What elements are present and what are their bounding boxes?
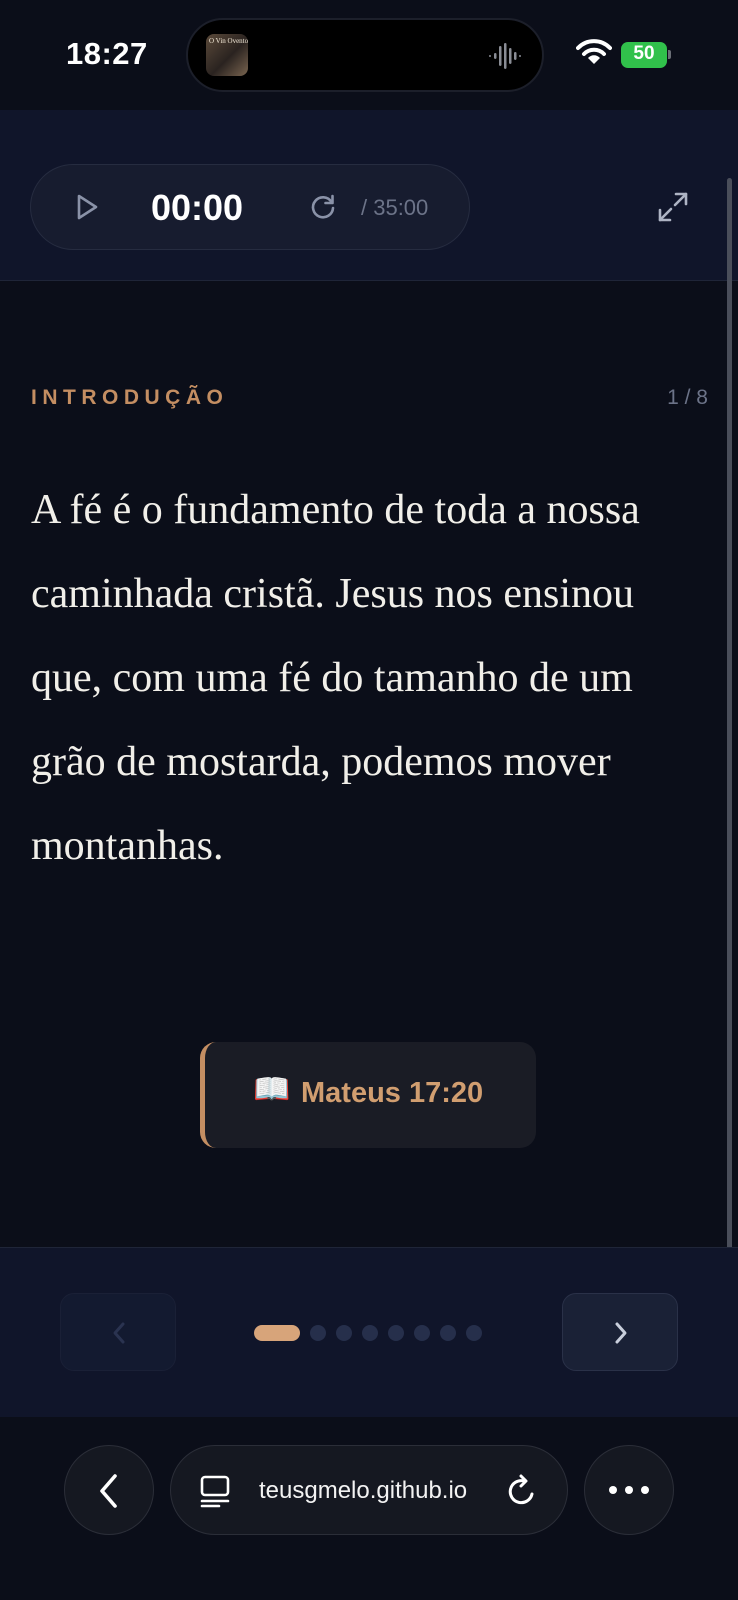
battery-level: 50 xyxy=(633,43,655,64)
battery-cap xyxy=(668,50,671,59)
url-text: teusgmelo.github.io xyxy=(259,1477,468,1504)
pagination-dot[interactable] xyxy=(414,1325,430,1341)
battery-indicator: 50 xyxy=(621,42,667,68)
play-icon[interactable] xyxy=(75,193,99,221)
next-button[interactable] xyxy=(562,1293,678,1371)
now-playing-artwork[interactable]: O Vin Ovento xyxy=(206,34,248,76)
section-title: INTRODUÇÃO xyxy=(31,386,229,409)
wifi-icon xyxy=(576,39,612,64)
pagination-dot[interactable] xyxy=(466,1325,482,1341)
total-duration: / 35:00 xyxy=(361,195,429,220)
audio-player-controls: 00:00 / 35:00 xyxy=(30,164,470,250)
reload-icon[interactable] xyxy=(505,1473,539,1509)
more-options-button[interactable] xyxy=(584,1445,674,1535)
pagination-dot[interactable] xyxy=(310,1325,326,1341)
elapsed-time: 00:00 xyxy=(151,187,244,228)
dynamic-island[interactable]: O Vin Ovento xyxy=(186,18,544,92)
pagination-dot-active[interactable] xyxy=(254,1325,300,1341)
status-bar: 18:27 O Vin Ovento 50 xyxy=(0,0,738,110)
browser-toolbar: teusgmelo.github.io xyxy=(0,1417,738,1600)
back-icon xyxy=(100,1474,117,1508)
open-book-icon: 📖 xyxy=(253,1073,291,1106)
audio-player-header: 00:00 / 35:00 xyxy=(0,110,738,281)
replay-icon[interactable] xyxy=(309,193,337,221)
artwork-title: O Vin Ovento xyxy=(209,37,248,45)
browser-back-button[interactable] xyxy=(64,1445,154,1535)
pagination-dot[interactable] xyxy=(362,1325,378,1341)
bible-reference: Mateus 17:20 xyxy=(301,1077,484,1109)
devotional-text: A fé é o fundamento de toda a nossa cami… xyxy=(31,487,640,869)
status-time: 18:27 xyxy=(66,36,148,71)
previous-button[interactable] xyxy=(60,1293,176,1371)
expand-icon[interactable] xyxy=(656,190,690,224)
pagination-dot[interactable] xyxy=(388,1325,404,1341)
pagination-dot[interactable] xyxy=(440,1325,456,1341)
slide-navigation xyxy=(0,1247,738,1418)
audio-waveform-icon xyxy=(489,43,521,69)
tabs-icon[interactable] xyxy=(199,1474,233,1508)
address-bar[interactable]: teusgmelo.github.io xyxy=(170,1445,568,1535)
page-counter: 1 / 8 xyxy=(667,386,708,409)
pagination-dot[interactable] xyxy=(336,1325,352,1341)
bible-reference-card[interactable]: 📖 Mateus 17:20 xyxy=(200,1042,536,1148)
chevron-left-icon xyxy=(113,1322,125,1344)
pagination-dots xyxy=(254,1325,482,1341)
chevron-right-icon xyxy=(615,1322,627,1344)
more-icon xyxy=(585,1446,673,1534)
